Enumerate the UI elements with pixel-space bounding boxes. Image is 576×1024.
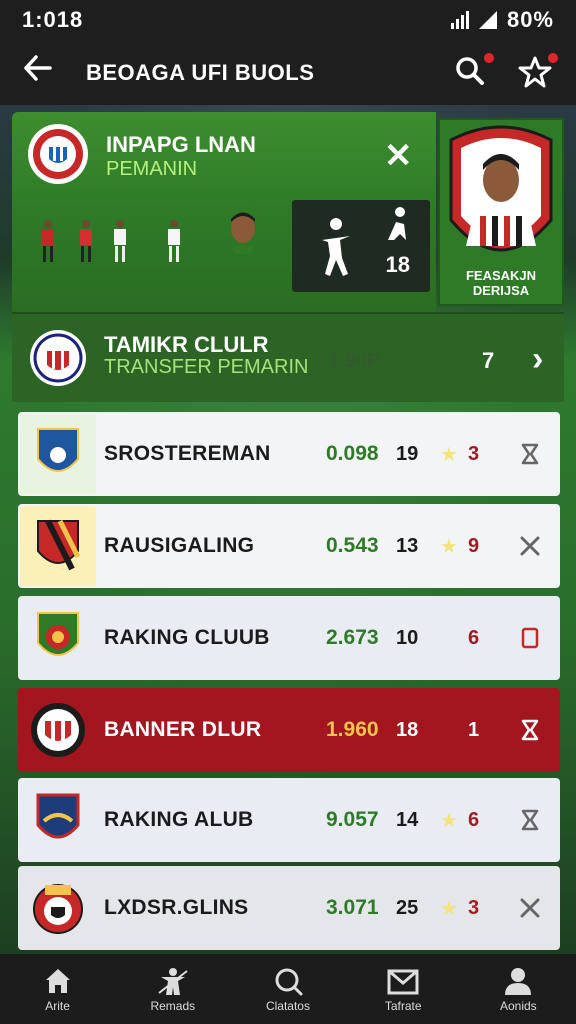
player-face-icon bbox=[231, 212, 255, 254]
nav-item-profile[interactable]: Aonids bbox=[468, 965, 568, 1013]
club-rank: 14 bbox=[396, 808, 419, 831]
club-value: 9.057 bbox=[326, 808, 379, 831]
list-item[interactable]: SROSTEREMAN 0.098 19 ★ 3 bbox=[18, 412, 560, 496]
transfer-count: 7 bbox=[482, 348, 495, 373]
club-name: RAKING CLUUB bbox=[104, 626, 270, 649]
mail-icon bbox=[387, 969, 419, 995]
club-shield-icon bbox=[20, 598, 96, 678]
signal-icon bbox=[450, 11, 469, 29]
search-button[interactable] bbox=[454, 50, 496, 91]
club-crest-icon bbox=[28, 124, 88, 184]
club-name: RAKING ALUB bbox=[104, 808, 254, 831]
nav-item-home[interactable]: Arite bbox=[8, 965, 108, 1013]
player-figure bbox=[42, 220, 54, 264]
status-icons: 80% bbox=[450, 7, 554, 33]
club-points: 6 bbox=[468, 626, 480, 649]
nav-item-players[interactable]: Remads bbox=[123, 965, 223, 1013]
hourglass-icon[interactable] bbox=[518, 808, 542, 832]
nav-label: Tafrate bbox=[384, 999, 422, 1013]
transfer-subtitle: TRANSFER PEMARIN bbox=[104, 356, 309, 378]
club-crest-icon bbox=[20, 690, 96, 770]
club-name: LXDSR.GLINS bbox=[104, 896, 249, 919]
club-crest-icon bbox=[20, 868, 96, 948]
star-icon: ★ bbox=[440, 535, 458, 558]
list-item[interactable]: LXDSR.GLINS 3.071 25 ★ 3 bbox=[18, 866, 560, 950]
club-points: 6 bbox=[468, 808, 480, 831]
club-points: 3 bbox=[468, 442, 480, 465]
club-name: RAUSIGALING bbox=[104, 534, 255, 557]
club-value: 3.071 bbox=[326, 896, 379, 919]
nav-label: Aonids bbox=[499, 999, 537, 1013]
list-item[interactable]: BANNER DLUR 1.960 18 1 bbox=[18, 688, 560, 772]
promo-subtitle: PEMANIN bbox=[106, 158, 198, 180]
club-logo-icon bbox=[30, 330, 86, 386]
home-icon bbox=[45, 969, 70, 993]
nav-item-transfers[interactable]: Tafrate bbox=[353, 965, 453, 1013]
close-icon[interactable] bbox=[518, 896, 542, 920]
star-icon: ★ bbox=[440, 897, 458, 920]
hourglass-icon[interactable] bbox=[518, 442, 542, 466]
player-figure bbox=[168, 220, 180, 264]
square-icon[interactable] bbox=[518, 626, 542, 650]
star-icon: ★ bbox=[440, 443, 458, 466]
close-icon[interactable]: ✕ bbox=[384, 136, 413, 176]
stat-number: 18 bbox=[385, 252, 410, 277]
featured-player-card[interactable]: FEASAKJN DERIJSA bbox=[438, 118, 564, 306]
app-bar: BEOAGA UFI BUOLS bbox=[0, 40, 576, 105]
club-shield-icon bbox=[20, 506, 96, 586]
list-item[interactable]: RAUSIGALING 0.543 13 ★ 9 bbox=[18, 504, 560, 588]
promo-card[interactable]: INPAPG LNAN PEMANIN ✕ 18 bbox=[12, 112, 436, 312]
club-name: SROSTEREMAN bbox=[104, 442, 271, 465]
player-figure bbox=[80, 220, 92, 264]
promo-title: INPAPG LNAN bbox=[106, 132, 256, 157]
list-item[interactable]: RAKING ALUB 9.057 14 ★ 6 bbox=[18, 778, 560, 862]
club-rank: 13 bbox=[396, 534, 419, 557]
club-shield-icon bbox=[20, 780, 96, 860]
nav-label: Clatatos bbox=[265, 999, 310, 1013]
club-rank: 10 bbox=[396, 626, 419, 649]
hourglass-icon[interactable] bbox=[518, 718, 542, 742]
transfer-title: TAMIKR CLULR bbox=[104, 332, 269, 357]
person-icon bbox=[505, 968, 532, 995]
club-rank: 19 bbox=[396, 442, 419, 465]
player-portrait-icon bbox=[449, 125, 553, 252]
battery-level: 80% bbox=[506, 7, 554, 32]
favorites-button[interactable] bbox=[518, 50, 560, 91]
search-icon bbox=[275, 968, 303, 996]
close-icon[interactable] bbox=[518, 534, 542, 558]
list-item[interactable]: RAKING CLUUB 2.673 10 6 bbox=[18, 596, 560, 680]
player-icon bbox=[158, 968, 188, 995]
nav-label: Arite bbox=[45, 999, 70, 1013]
status-bar: 1:018 80% bbox=[0, 0, 576, 40]
club-points: 1 bbox=[468, 718, 480, 741]
status-time: 1:018 bbox=[22, 7, 84, 32]
club-value: 0.098 bbox=[326, 442, 379, 465]
club-value: 0.543 bbox=[326, 534, 379, 557]
club-value: 2.673 bbox=[326, 626, 379, 649]
player-silhouette-icon bbox=[322, 207, 406, 276]
notification-dot bbox=[482, 50, 496, 65]
transfer-banner[interactable]: TAMIKR CLULR TRANSFER PEMARIN 1.90P 7 › bbox=[12, 312, 564, 402]
back-arrow-icon[interactable] bbox=[22, 53, 72, 92]
wifi-icon bbox=[478, 11, 497, 29]
star-icon: ★ bbox=[440, 809, 458, 832]
player-stat-box: 18 bbox=[292, 200, 430, 292]
club-name: BANNER DLUR bbox=[104, 718, 262, 741]
club-points: 3 bbox=[468, 896, 480, 919]
transfer-value: 1.90P bbox=[328, 350, 381, 372]
bottom-navigation: Arite Remads Clatatos Tafrate Aonids bbox=[0, 954, 576, 1024]
nav-item-search[interactable]: Clatatos bbox=[238, 965, 338, 1013]
club-rank: 25 bbox=[396, 896, 419, 919]
club-value: 1.960 bbox=[326, 718, 379, 741]
chevron-right-icon[interactable]: › bbox=[532, 340, 543, 379]
notification-dot bbox=[546, 50, 560, 65]
app-title: BEOAGA UFI BUOLS bbox=[86, 59, 315, 85]
club-shield-icon bbox=[20, 414, 96, 494]
club-rank: 18 bbox=[396, 718, 419, 741]
player-figure bbox=[114, 220, 126, 264]
club-points: 9 bbox=[468, 534, 480, 557]
featured-player-caption: FEASAKJN DERIJSA bbox=[465, 268, 537, 298]
nav-label: Remads bbox=[150, 999, 196, 1013]
